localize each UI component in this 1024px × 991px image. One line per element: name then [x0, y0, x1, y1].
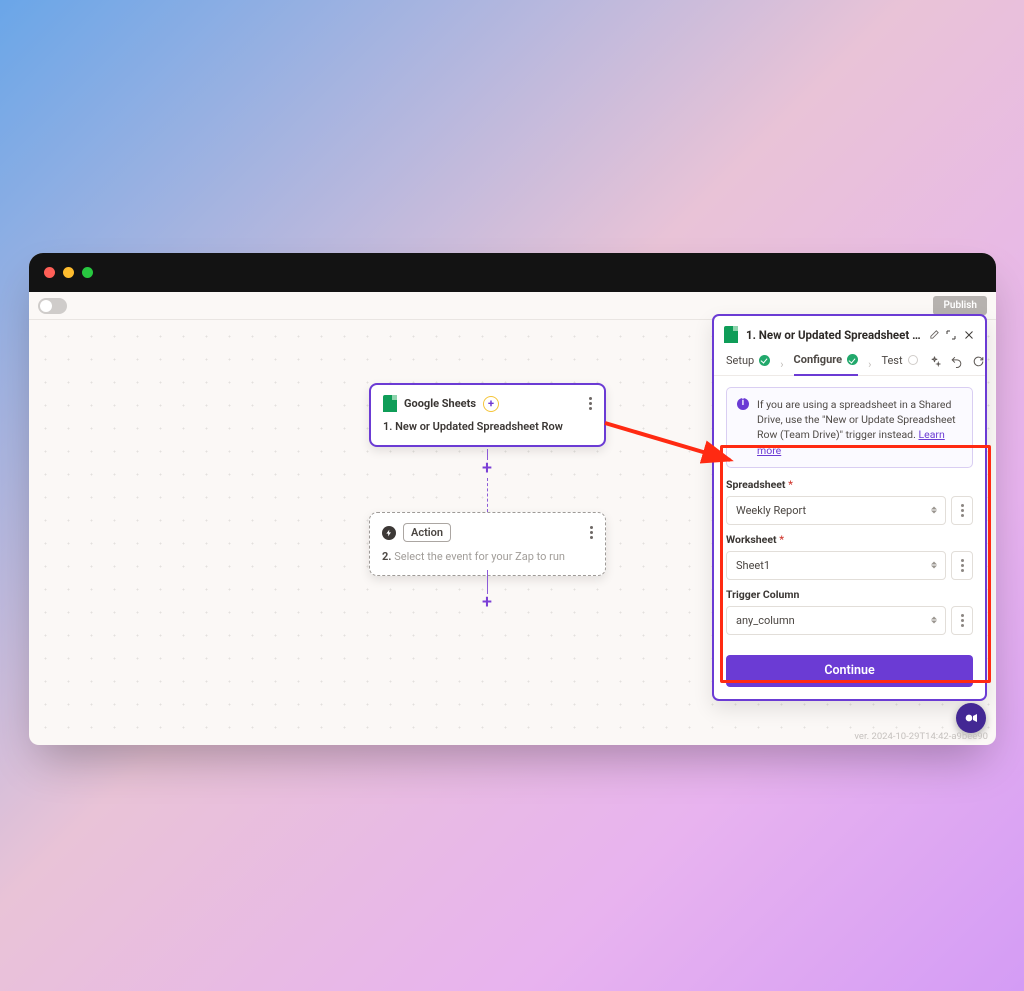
app-window: Publish Google Sheets + 1. New or Update… [29, 253, 996, 745]
continue-button[interactable]: Continue [726, 655, 973, 687]
rename-icon[interactable] [929, 329, 940, 340]
action-card-menu[interactable] [590, 526, 593, 539]
action-step-card[interactable]: Action 2. Select the event for your Zap … [369, 512, 606, 576]
action-icon [382, 526, 396, 540]
add-step-button[interactable]: + [479, 594, 495, 610]
tab-test[interactable]: Test [881, 354, 917, 375]
tab-configure[interactable]: Configure [794, 353, 859, 376]
window-minimize-dot[interactable] [63, 267, 74, 278]
ai-sparkle-icon[interactable] [928, 355, 941, 368]
chevron-right-icon: › [868, 358, 871, 371]
check-icon [847, 354, 858, 365]
trigger-column-select[interactable]: any_column [726, 606, 946, 635]
trigger-card-menu[interactable] [589, 397, 592, 410]
spreadsheet-select[interactable]: Weekly Report [726, 496, 946, 525]
trigger-step-card[interactable]: Google Sheets + 1. New or Updated Spread… [369, 383, 606, 447]
undo-icon[interactable] [950, 355, 963, 368]
window-titlebar [29, 253, 996, 292]
spreadsheet-options-button[interactable] [951, 496, 973, 525]
google-sheets-icon [383, 395, 397, 412]
refresh-icon[interactable] [972, 355, 985, 368]
version-text: ver. 2024-10-29T14:42-a9bee90 [854, 731, 988, 742]
trigger-app-name: Google Sheets [404, 397, 476, 410]
panel-title: 1. New or Updated Spreadsheet Row [746, 328, 921, 342]
editor-canvas[interactable]: Google Sheets + 1. New or Updated Spread… [29, 320, 996, 745]
step-config-panel: 1. New or Updated Spreadsheet Row Setup … [712, 314, 987, 701]
trigger-column-options-button[interactable] [951, 606, 973, 635]
trigger-step-title: 1. New or Updated Spreadsheet Row [383, 420, 592, 433]
trigger-column-label: Trigger Column [726, 588, 973, 601]
chevron-right-icon: › [780, 358, 783, 371]
window-close-dot[interactable] [44, 267, 55, 278]
publish-button[interactable]: Publish [933, 296, 987, 315]
worksheet-options-button[interactable] [951, 551, 973, 580]
close-icon[interactable] [963, 329, 975, 341]
info-callout: i If you are using a spreadsheet in a Sh… [726, 387, 973, 468]
expand-icon[interactable] [945, 329, 957, 341]
window-zoom-dot[interactable] [82, 267, 93, 278]
spreadsheet-label: Spreadsheet * [726, 478, 973, 491]
record-fab[interactable] [956, 703, 986, 733]
action-badge: Action [403, 523, 451, 542]
tab-setup[interactable]: Setup [726, 354, 770, 375]
worksheet-label: Worksheet * [726, 533, 973, 546]
connector-line [487, 478, 488, 512]
info-icon: i [737, 398, 749, 410]
panel-tabs: Setup › Configure › Test [714, 351, 985, 376]
status-circle-icon [908, 355, 918, 365]
connector-line [487, 570, 488, 594]
check-icon [759, 355, 770, 366]
worksheet-select[interactable]: Sheet1 [726, 551, 946, 580]
action-step-title: 2. Select the event for your Zap to run [382, 550, 593, 563]
google-sheets-icon [724, 326, 738, 343]
add-step-button[interactable]: + [479, 460, 495, 476]
add-app-icon[interactable]: + [483, 396, 499, 412]
zap-enabled-toggle[interactable] [38, 298, 67, 314]
